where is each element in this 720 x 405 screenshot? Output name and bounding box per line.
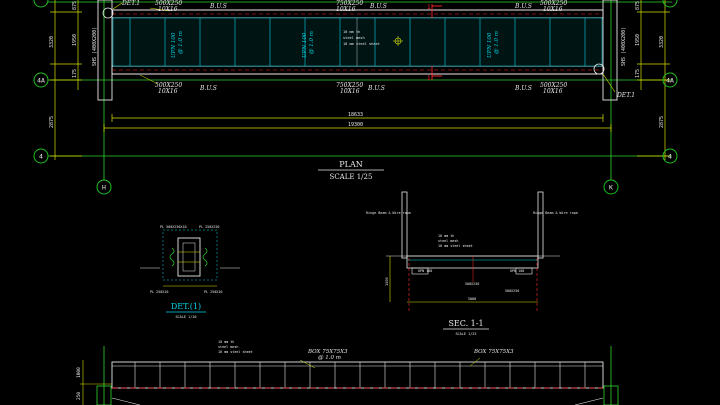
detail-title: DET.(1)	[171, 302, 201, 311]
deck-note-3: 10 mm steel sheet	[343, 42, 380, 46]
section-deck-note-3: 10 mm steel sheet	[438, 244, 473, 248]
section-title: SEC. 1-1	[448, 319, 483, 328]
section-note-left: Hinge Beam & Wire rope	[366, 211, 411, 215]
left-dim-top: 875	[72, 1, 78, 10]
left-column-label: SHS (400X200)	[92, 27, 98, 66]
detail-column-section	[177, 237, 201, 277]
section-ibeam-left: UPN 100	[418, 269, 432, 273]
top-beam-right-sub: 10X16	[543, 6, 563, 13]
section-width-dim: 3000	[468, 297, 477, 301]
left-dim-mid: 1950	[72, 34, 78, 46]
elev-dim-a: 1000	[76, 367, 82, 378]
detail-view: PL 500X250X10 PL 250X250 PL 250X10 PL 25…	[140, 225, 240, 319]
section-view: Hinge Beam & Wire rope Hinge Beam & Wire…	[366, 191, 578, 336]
cad-drawing-canvas: 1 1 DET.1 DET.1 500X250 10X16 B.U.S 750X…	[33, 0, 678, 405]
upn-right-label: UPN 100	[487, 32, 493, 58]
left-dim-small: 175	[72, 69, 78, 78]
right-dim-top: 875	[635, 1, 641, 10]
right-dim-small: 175	[635, 69, 641, 78]
upn-left-label: UPN 100	[171, 32, 177, 58]
grid-4a-left-label: 4A	[37, 77, 45, 85]
grid-h-label: H	[102, 184, 106, 192]
detail-note-top-right: PL 250X250	[199, 225, 219, 229]
detail-note-bottom-right: PL 250X10	[204, 290, 222, 294]
upn-right-sub: @ 1.0 m	[493, 31, 500, 54]
top-beam-mid-sub: 10X16	[336, 6, 356, 13]
plan-scale: SCALE 1/25	[330, 173, 373, 181]
left-column-box	[97, 0, 113, 101]
section-bottom-left: 500X250	[465, 282, 479, 286]
detail-note-top-left: PL 500X250X10	[160, 225, 187, 229]
bot-beam-left-sub: 10X16	[158, 88, 178, 95]
deck-note-2: steel mesh	[343, 36, 365, 40]
section-note-right: Hinge Beam & Wire rope	[533, 211, 578, 215]
right-dim-mid: 1950	[635, 34, 641, 46]
section-mark-top: 1	[427, 4, 431, 11]
section-height-dim: 1500	[385, 277, 389, 286]
elev-box-right: BOX 75X75X3	[473, 349, 514, 355]
bot-beam-right-sub: 10X16	[543, 88, 563, 95]
left-dim-total: 3320	[49, 36, 55, 48]
grid-4-right-label: 4	[668, 153, 672, 161]
top-bus-right: B.U.S	[514, 3, 532, 10]
detail-note-bottom-left: PL 250X10	[150, 290, 168, 294]
section-scale: SCALE 1/25	[455, 332, 476, 336]
right-dim-total: 3320	[659, 36, 665, 48]
left-dim-low: 2875	[49, 116, 55, 128]
section-deck-note-2: steel mesh	[438, 239, 458, 243]
elev-box-left-sub: @ 1.0 m	[318, 354, 341, 361]
upn-mid-label: UPN 100	[302, 32, 308, 58]
bot-bus-left: B.U.S	[199, 85, 217, 92]
elev-note-1: 10 mm th	[218, 340, 234, 344]
elevation-view: BOX 75X75X3 @ 1.0 m BOX 75X75X3 10 mm th…	[76, 340, 619, 405]
bot-beam-mid-sub: 10X16	[340, 88, 360, 95]
top-bus-left: B.U.S	[209, 3, 227, 10]
detail-scale: SCALE 1/10	[175, 315, 196, 319]
section-right-post	[537, 191, 544, 259]
elev-dim-b: 250	[76, 392, 82, 400]
right-dimension-ladder	[637, 0, 670, 160]
right-column-label: SHS (400X200)	[621, 27, 627, 66]
section-left-post	[401, 191, 408, 259]
elev-note-3: 10 mm steel sheet	[218, 350, 253, 354]
grid-4a-right-label: 4A	[666, 77, 674, 85]
span-total-dim: 19300	[348, 122, 363, 128]
bot-bus-mid: B.U.S	[367, 85, 385, 92]
elev-note-2: steel mesh	[218, 345, 238, 349]
grid-k-label: K	[609, 184, 613, 192]
upn-left-sub: @ 1.0 m	[177, 31, 184, 54]
deck-note-1: 10 mm th	[343, 30, 360, 34]
section-mark-bottom: 1	[427, 75, 431, 82]
section-deck	[406, 255, 539, 269]
det-label-top: DET.1	[121, 0, 140, 7]
upn-mid-sub: @ 1.0 m	[308, 31, 315, 54]
grid-4-left-label: 4	[39, 153, 43, 161]
section-ibeam-right: UPN 100	[510, 269, 524, 273]
span-inner-dim: 18633	[348, 112, 363, 118]
section-bottom-right: 500X250	[505, 289, 519, 293]
det-label-bottom: DET.1	[616, 92, 635, 99]
left-dimension-ladder	[50, 0, 82, 160]
right-dim-low: 2875	[659, 116, 665, 128]
plan-view: 1 1 DET.1 DET.1 500X250 10X16 B.U.S 750X…	[33, 0, 678, 195]
plan-title: PLAN	[339, 160, 362, 169]
top-bus-mid: B.U.S	[369, 3, 387, 10]
bot-bus-right: B.U.S	[514, 85, 532, 92]
top-beam-left-sub: 10X16	[158, 6, 178, 13]
section-deck-note-1: 10 mm th	[438, 234, 454, 238]
